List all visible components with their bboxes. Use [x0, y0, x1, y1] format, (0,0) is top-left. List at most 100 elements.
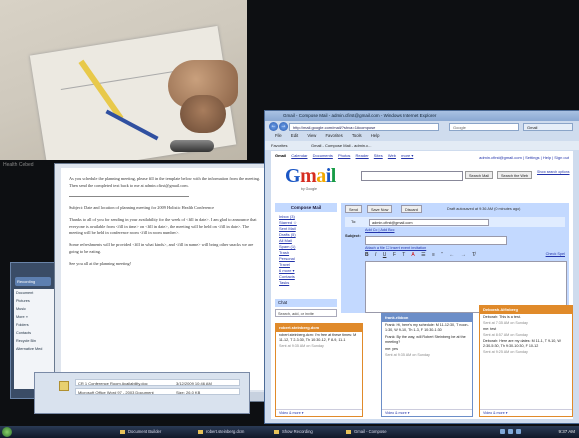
- add-cc-bcc[interactable]: Add Cc | Add Bcc: [365, 228, 394, 232]
- menu-favorites[interactable]: Favorites: [326, 133, 343, 138]
- browser-title-bar[interactable]: Gmail - Compose Mail - admin.cfirst@gmai…: [265, 111, 579, 121]
- menu-help[interactable]: Help: [371, 133, 380, 138]
- chat-search-input[interactable]: Search, add, or invite: [275, 309, 337, 317]
- clock[interactable]: 9:37 AM: [558, 428, 575, 436]
- document-window[interactable]: As you schedule the planning meeting, pl…: [54, 163, 281, 402]
- chat-title[interactable]: Deborah.Alfinberg: [480, 306, 572, 314]
- quote-icon[interactable]: “: [441, 252, 443, 258]
- chat-message: Frank: By the way, will Robert Steinberg…: [385, 335, 466, 344]
- text-color-icon[interactable]: A: [411, 252, 414, 258]
- chat-message: me: test: [483, 327, 497, 331]
- search-web-button[interactable]: Search the Web: [497, 171, 533, 179]
- italic-icon[interactable]: I: [375, 252, 376, 258]
- taskbar-item[interactable]: Document Builder: [118, 428, 190, 436]
- file-row[interactable]: Microsoft Office Word 97 - 2003 Document…: [75, 388, 240, 395]
- taskbar-item[interactable]: robert.steinberg.dcm: [196, 428, 266, 436]
- indent-more-icon[interactable]: →: [461, 252, 466, 258]
- label-tasks[interactable]: Tasks: [279, 280, 297, 286]
- chat-message: Deborah: Here are my dates: M 11-1, T 9-…: [483, 339, 561, 348]
- doc-para2: Some refreshments will be provided <fill…: [69, 242, 254, 255]
- start-button[interactable]: [2, 427, 12, 437]
- menu-edit[interactable]: Edit: [291, 133, 298, 138]
- webcam-feed: [0, 0, 247, 160]
- underline-icon[interactable]: U: [383, 252, 387, 258]
- bold-icon[interactable]: B: [365, 252, 369, 258]
- network-icon[interactable]: [500, 429, 505, 434]
- show-search-options[interactable]: Show search options: [537, 170, 571, 174]
- battery-icon[interactable]: [516, 429, 521, 434]
- chat-title[interactable]: robert.steinberg.dcm: [276, 324, 362, 332]
- file-type: Microsoft Office Word 97 - 2003 Document: [78, 390, 154, 395]
- attach-file-link[interactable]: Attach a file ☐ Insert event invitation: [365, 245, 426, 250]
- nav-documents[interactable]: Documents: [313, 153, 333, 158]
- forward-icon[interactable]: →: [279, 122, 288, 131]
- chat-window-robert[interactable]: robert.steinberg.dcm robert.steinberg.dc…: [275, 323, 363, 417]
- chat-window-frank[interactable]: frank.ribbon Frank: Hi, here's my schedu…: [381, 313, 473, 417]
- subject-field[interactable]: [365, 236, 507, 245]
- nav-sites[interactable]: Sites: [374, 153, 383, 158]
- doc-intro: As you schedule the planning meeting, pl…: [69, 176, 261, 188]
- browser-window[interactable]: Gmail - Compose Mail - admin.cfirst@gmai…: [264, 110, 579, 424]
- hand-lower: [180, 95, 226, 133]
- format-toolbar: B I U F T A ☰ ≡ “ ← → T̸: [365, 252, 565, 260]
- numbered-list-icon[interactable]: ☰: [421, 252, 425, 258]
- doc-file-icon: [59, 381, 69, 391]
- address-bar[interactable]: http://mail.google.com/mail/?shva=1#comp…: [289, 123, 439, 131]
- nav-more[interactable]: more ▾: [401, 153, 413, 158]
- search-input[interactable]: Google: [449, 123, 519, 131]
- file-size: Size: 26.0 KB: [176, 390, 201, 395]
- nav-calendar[interactable]: Calendar: [291, 153, 307, 158]
- taskbar: Document Builder robert.steinberg.dcm Sh…: [0, 426, 579, 438]
- save-now-button[interactable]: Save Now: [367, 205, 393, 213]
- menu-tools[interactable]: Tools: [352, 133, 362, 138]
- send-button[interactable]: Send: [345, 205, 362, 213]
- file-details-pane: CR 1 Conference Room Availability.doc 3/…: [34, 372, 250, 414]
- menu-file[interactable]: File: [275, 133, 282, 138]
- logo-letter: a: [316, 165, 326, 187]
- chat-message: me: yes: [385, 347, 398, 351]
- taskbar-item[interactable]: Show Recording: [272, 428, 338, 436]
- to-field[interactable]: admin.cfirst@gmail.com: [369, 219, 489, 226]
- doc-subject: Subject: Date and location of planning m…: [69, 204, 214, 210]
- bullet-list-icon[interactable]: ≡: [432, 252, 435, 258]
- discard-button[interactable]: Discard: [401, 205, 422, 213]
- chat-message: Deborah: This is a test.: [483, 315, 521, 319]
- favorites-button[interactable]: Favorites: [271, 141, 287, 150]
- chat-video-link[interactable]: Video & more ▾: [382, 409, 472, 416]
- subject-label: Subject:: [345, 233, 361, 238]
- gmail-logo[interactable]: Gmail: [285, 165, 336, 188]
- chat-title[interactable]: frank.ribbon: [382, 314, 472, 322]
- compose-mail-button[interactable]: Compose Mail: [275, 203, 337, 212]
- mail-search-input[interactable]: [361, 171, 463, 181]
- chat-video-link[interactable]: Video & more ▾: [276, 409, 362, 416]
- nav-reader[interactable]: Reader: [356, 153, 369, 158]
- font-size-icon[interactable]: T: [402, 252, 405, 258]
- by-google: by Google: [301, 187, 317, 191]
- browser-tab[interactable]: Gmail - Compose Mail - admin.c...: [311, 141, 371, 150]
- nav-photos[interactable]: Photos: [338, 153, 350, 158]
- doc-para1: Thanks to all of you for sending in your…: [69, 216, 257, 236]
- chat-timestamp: Sent at 9:25 AM on Sunday: [483, 350, 528, 354]
- chat-header[interactable]: Chat: [275, 299, 337, 307]
- doc-divider: [69, 195, 189, 197]
- user-links[interactable]: admin.cfirst@gmail.com | Settings | Help…: [479, 155, 569, 160]
- nav-gmail[interactable]: Gmail: [275, 153, 286, 158]
- chat-video-link[interactable]: Video & more ▾: [480, 409, 572, 416]
- taskbar-item[interactable]: Gmail - Compose: [344, 428, 410, 436]
- explorer-tab[interactable]: Recording: [15, 277, 51, 286]
- search-mail-button[interactable]: Search Mail: [465, 171, 494, 179]
- favorites-bar: Favorites Gmail - Compose Mail - admin.c…: [265, 141, 579, 150]
- nav-web[interactable]: Web: [388, 153, 396, 158]
- indent-less-icon[interactable]: ←: [449, 252, 454, 258]
- menu-view[interactable]: View: [307, 133, 316, 138]
- document-page[interactable]: As you schedule the planning meeting, pl…: [61, 168, 271, 390]
- back-icon[interactable]: ←: [269, 122, 278, 131]
- file-row[interactable]: CR 1 Conference Room Availability.doc 3/…: [75, 379, 240, 386]
- chat-window-deborah[interactable]: Deborah.Alfinberg Deborah: This is a tes…: [479, 305, 573, 417]
- font-icon[interactable]: F: [393, 252, 396, 258]
- search-engine-label[interactable]: Gmail: [523, 123, 573, 131]
- volume-icon[interactable]: [508, 429, 513, 434]
- remove-format-icon[interactable]: T̸: [472, 252, 475, 258]
- check-spelling-link[interactable]: Check Spel: [546, 252, 565, 256]
- chat-timestamp: Sent at 9:35 AM on Sunday: [385, 353, 430, 357]
